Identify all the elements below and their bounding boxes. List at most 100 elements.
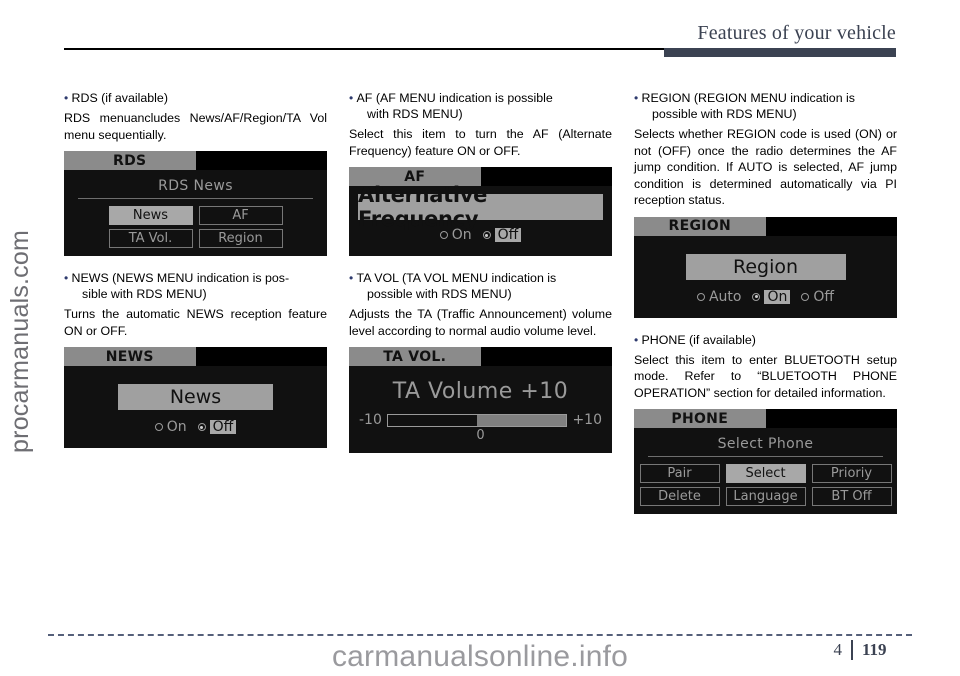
bullet-paragraph: • TA VOL (TA VOL MENU indication is possi… (349, 270, 612, 302)
content-columns: • RDS (if available) RDS menuancludes New… (64, 90, 897, 528)
radio-mark-icon (439, 231, 448, 239)
radio-option[interactable]: Auto (696, 288, 742, 305)
bullet-paragraph: • AF (AF MENU indication is possible with… (349, 90, 612, 122)
slider-track[interactable] (386, 413, 568, 427)
screen-body: Alternative Frequency On Off (349, 183, 612, 256)
radio-group: On Off (72, 418, 319, 440)
slider-title: TA Volume +10 (392, 379, 569, 404)
radio-label: Auto (708, 288, 742, 305)
body-paragraph: Select this item to turn the AF (Alterna… (349, 127, 612, 158)
screen-button[interactable]: Prioriy (811, 464, 892, 483)
radio-group: Auto On Off (642, 288, 889, 310)
screen-body: RDS News News AF TA Vol. Region (64, 170, 327, 256)
bullet-paragraph: • PHONE (if available) (634, 332, 897, 348)
screen-tab-label: AF (404, 168, 426, 185)
device-screen-region: REGION Region Auto On Off (634, 216, 897, 318)
screen-button[interactable]: Select (725, 464, 806, 483)
screen-tab: TA VOL. (349, 347, 481, 366)
header-rule-thick (664, 48, 896, 57)
screen-button[interactable]: AF (198, 206, 283, 225)
wide-button-af[interactable]: Alternative Frequency (358, 183, 603, 231)
body-paragraph: RDS menuancludes News/AF/Region/TA Vol m… (64, 111, 327, 142)
screen-body: TA Volume +10 -10 +10 0 (349, 366, 612, 453)
footer-divider (48, 634, 912, 636)
slider-fill (477, 414, 567, 426)
radio-mark-icon (696, 292, 705, 301)
wide-button-region[interactable]: Region (685, 253, 846, 280)
bullet-text: RDS (if available) (71, 91, 168, 105)
radio-option[interactable]: On (439, 227, 472, 243)
slider-max-label: +10 (572, 412, 602, 428)
body-paragraph: Adjusts the TA (Traffic Announcement) vo… (349, 307, 612, 338)
page-header: Features of your vehicle (0, 0, 960, 60)
screen-tab: RDS (64, 151, 196, 170)
bullet-continuation: possible with RDS MENU) (652, 107, 797, 121)
bullet-paragraph: • RDS (if available) (64, 90, 327, 106)
screen-tab-label: REGION (668, 218, 731, 234)
body-paragraph: Select this item to enter BLUETOOTH setu… (634, 352, 897, 400)
screen-tab: REGION (634, 216, 766, 236)
bullet-dot: • (634, 332, 642, 347)
screen-tab: NEWS (64, 347, 196, 366)
bullet-text: AF (AF MENU indication is possible (356, 91, 553, 105)
screen-button[interactable]: BT Off (811, 487, 892, 506)
screen-button[interactable]: Region (198, 229, 283, 248)
device-screen-af: AF Alternative Frequency On Off (349, 167, 612, 256)
screen-button[interactable]: Pair (639, 464, 720, 483)
screen-tab-label: PHONE (671, 410, 729, 427)
device-screen-rds: RDS RDS News News AF TA Vol. Region (64, 151, 327, 256)
bullet-text: PHONE (if available) (641, 332, 756, 347)
radio-option[interactable]: Off (197, 420, 237, 434)
wide-button-news[interactable]: News (118, 384, 273, 410)
screen-divider (78, 198, 313, 199)
radio-mark-icon (197, 423, 206, 431)
bullet-paragraph: • REGION (REGION MENU indication is possi… (634, 90, 897, 122)
bullet-dot: • (349, 271, 357, 285)
screen-body: News On Off (64, 366, 327, 448)
bullet-text: NEWS (NEWS MENU indication is pos- (71, 271, 290, 285)
screen-button[interactable]: Delete (639, 487, 720, 506)
screen-body: Region Auto On Off (634, 235, 897, 318)
screen-titlebar: REGION (634, 216, 897, 236)
screen-button[interactable]: TA Vol. (108, 229, 193, 248)
bullet-continuation: with RDS MENU) (367, 107, 463, 121)
manual-page: Features of your vehicle • RDS (if avail… (0, 0, 960, 676)
screen-divider (648, 456, 883, 457)
screen-button[interactable]: Language (725, 487, 806, 506)
bullet-paragraph: • NEWS (NEWS MENU indication is pos-sibl… (64, 270, 327, 302)
screen-heading: Select Phone (717, 436, 814, 452)
radio-mark-icon (482, 231, 491, 239)
screen-tab-label: NEWS (105, 348, 154, 365)
radio-mark-icon (752, 292, 761, 301)
screen-titlebar: TA VOL. (349, 347, 612, 366)
screen-button-grid: Pair Select Prioriy Delete Language BT Off (639, 464, 892, 506)
watermark-left: procarmanuals.com (6, 230, 34, 453)
screen-titlebar: NEWS (64, 347, 327, 366)
screen-tab-label: RDS (113, 152, 147, 169)
radio-label: On (451, 227, 472, 243)
content-column: • RDS (if available) RDS menuancludes New… (64, 90, 327, 528)
body-paragraph: Selects whether REGION code is used (ON)… (634, 127, 897, 207)
radio-option[interactable]: On (752, 289, 791, 304)
screen-titlebar: RDS (64, 151, 327, 170)
content-column: • AF (AF MENU indication is possible with… (349, 90, 612, 528)
radio-label: Off (209, 420, 237, 434)
radio-option[interactable]: On (154, 420, 187, 434)
radio-label: Off (813, 288, 835, 305)
device-screen-ta-vol: TA VOL. TA Volume +10 -10 +10 0 (349, 347, 612, 453)
screen-button-grid: News AF TA Vol. Region (72, 206, 319, 248)
bullet-continuation: sible with RDS MENU) (82, 287, 207, 301)
radio-label: On (764, 289, 791, 304)
screen-titlebar: PHONE (634, 409, 897, 428)
content-column: • REGION (REGION MENU indication is possi… (634, 90, 897, 528)
slider-min-label: -10 (359, 412, 382, 428)
device-screen-news: NEWS News On Off (64, 347, 327, 448)
radio-option[interactable]: Off (482, 228, 522, 242)
bullet-dot: • (634, 91, 642, 105)
bullet-dot: • (349, 91, 357, 105)
watermark-bottom: carmanualsonline.info (331, 640, 629, 673)
radio-option[interactable]: Off (801, 290, 834, 304)
screen-tab: PHONE (634, 409, 766, 428)
page-title: Features of your vehicle (697, 22, 896, 44)
screen-button[interactable]: News (108, 206, 193, 225)
